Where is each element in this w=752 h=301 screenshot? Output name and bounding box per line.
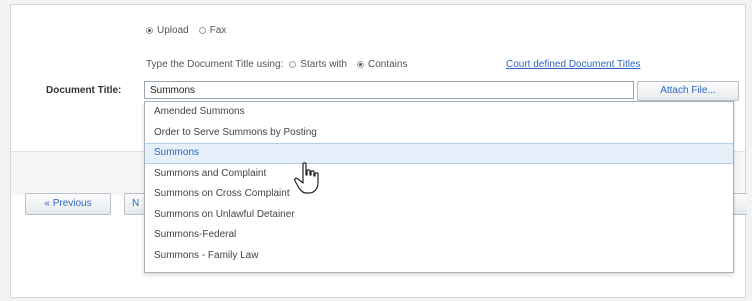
contains-option[interactable]: Contains (356, 59, 408, 70)
document-title-label: Document Title: (46, 85, 122, 96)
fax-label: Fax (209, 25, 227, 36)
suggestion-item[interactable]: Order to Serve Summons by Posting (145, 123, 733, 144)
suggestion-item[interactable]: Summons on Unlawful Detainer (145, 205, 733, 226)
submission-method-group: Upload Fax (146, 25, 236, 36)
search-mode-group: Type the Document Title using: Starts wi… (146, 59, 417, 70)
suggestion-item[interactable]: Summons-Federal (145, 225, 733, 246)
title-suggestions-dropdown: Amended Summons Order to Serve Summons b… (144, 101, 734, 273)
upload-option[interactable]: Upload (146, 25, 189, 36)
suggestion-item-selected[interactable]: Summons (145, 143, 733, 164)
suggestion-item[interactable]: Summons on Cross Complaint (145, 184, 733, 205)
attach-file-button[interactable]: Attach File... (637, 81, 739, 101)
contains-radio[interactable] (356, 61, 364, 68)
hand-pointer-cursor-icon (294, 162, 319, 194)
document-title-input[interactable] (144, 81, 634, 99)
contains-label: Contains (367, 59, 408, 70)
starts-with-option[interactable]: Starts with (289, 59, 347, 70)
fax-radio[interactable] (198, 27, 206, 34)
court-titles-link[interactable]: Court defined Document Titles (506, 59, 641, 70)
form-panel: Upload Fax Type the Document Title using… (10, 4, 747, 298)
suggestion-item[interactable]: Summons and Complaint (145, 164, 733, 185)
suggestion-item[interactable]: Summons - Family Law (145, 246, 733, 267)
upload-label: Upload (157, 25, 189, 36)
fax-option[interactable]: Fax (198, 25, 227, 36)
search-mode-prompt: Type the Document Title using: (146, 59, 284, 70)
previous-button[interactable]: « Previous (25, 193, 111, 215)
starts-with-radio[interactable] (289, 61, 297, 68)
suggestion-item[interactable]: Amended Summons (145, 102, 733, 123)
starts-with-label: Starts with (300, 59, 347, 70)
upload-radio[interactable] (146, 27, 153, 34)
